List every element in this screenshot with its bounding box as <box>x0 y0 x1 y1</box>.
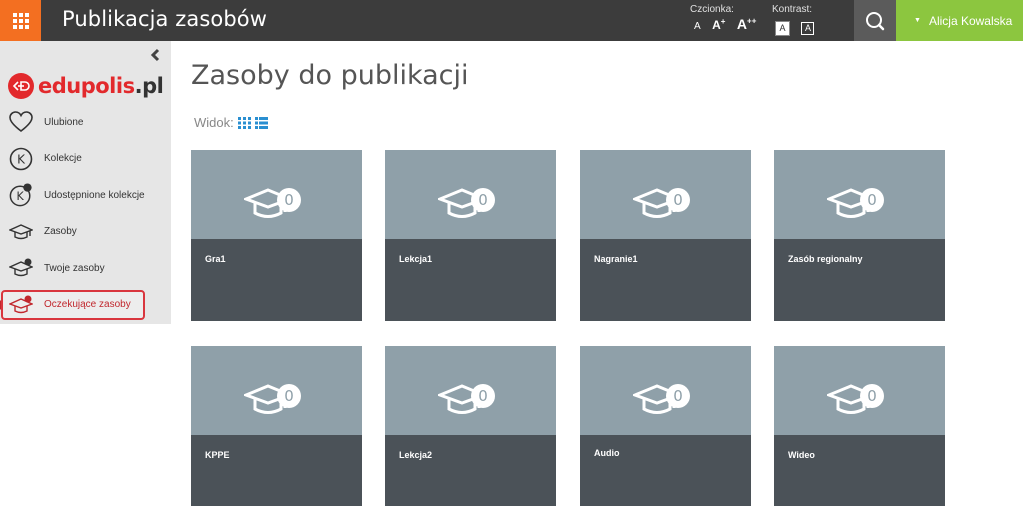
sidebar-item-zasoby[interactable]: Zasoby <box>0 214 171 251</box>
sidebar-item-label: Twoje zasoby <box>44 262 105 274</box>
search-button[interactable] <box>854 0 896 41</box>
sidebar-item-oczekujace-zasoby[interactable]: Oczekujące zasoby <box>0 287 171 324</box>
search-icon <box>866 11 885 30</box>
page-title: Zasoby do publikacji <box>191 60 469 91</box>
sidebar-item-udostepnione-kolekcje[interactable]: K Udostępnione kolekcje <box>0 177 171 214</box>
caret-down-icon: ▼ <box>914 17 921 24</box>
grid-icon <box>12 12 29 29</box>
chevron-left-icon <box>150 48 160 62</box>
svg-text:K: K <box>17 152 26 166</box>
top-bar: Publikacja zasobów Czcionka: A A+ A++ Ko… <box>0 0 1023 41</box>
resource-tile[interactable]: 0 Lekcja1 <box>385 150 556 321</box>
collapse-sidebar-button[interactable] <box>148 47 162 63</box>
resource-tile[interactable]: 0 Nagranie1 <box>580 150 751 321</box>
view-label: Widok: <box>194 115 234 130</box>
apps-menu-button[interactable] <box>0 0 41 41</box>
tile-count-badge: 0 <box>471 384 495 408</box>
tile-title: Gra1 <box>205 254 226 264</box>
contrast-label: Kontrast: <box>772 4 813 15</box>
resource-tile[interactable]: 0 KPPE <box>191 346 362 506</box>
graduation-cap-icon <box>9 220 33 244</box>
sidebar-item-ulubione[interactable]: Ulubione <box>0 104 171 141</box>
list-view-icon[interactable] <box>254 116 268 129</box>
sidebar-item-label: Ulubione <box>44 116 84 128</box>
font-size-control: Czcionka: A A+ A++ <box>690 4 756 32</box>
tile-title: Nagranie1 <box>594 254 638 264</box>
tile-thumbnail: 0 <box>580 346 751 435</box>
user-name: Alicja Kowalska <box>928 13 1013 28</box>
tile-count-badge: 0 <box>860 188 884 212</box>
tile-title: Wideo <box>788 450 815 460</box>
resource-tile[interactable]: 0 Lekcja2 <box>385 346 556 506</box>
tile-thumbnail: 0 <box>774 346 945 435</box>
sidebar-item-label: Zasoby <box>44 226 77 238</box>
contrast-high-button[interactable]: A <box>801 22 815 35</box>
resource-tile[interactable]: 0 Wideo <box>774 346 945 506</box>
tile-thumbnail: 0 <box>385 150 556 239</box>
view-switch: Widok: <box>194 115 268 130</box>
tile-title: Lekcja1 <box>399 254 433 264</box>
contrast-control: Kontrast: A A <box>772 4 815 36</box>
tile-title: Zasób regionalny <box>788 254 863 264</box>
sidebar: edupolis.pl Ulubione K Kolekcje K Udostę… <box>0 41 171 324</box>
collection-icon: K <box>9 147 33 171</box>
resource-tile[interactable]: 0 Gra1 <box>191 150 362 321</box>
user-menu-button[interactable]: ▼ Alicja Kowalska <box>896 0 1023 41</box>
logo-badge-icon <box>8 73 34 99</box>
sidebar-item-label: Oczekujące zasoby <box>44 299 131 311</box>
logo-text: edupolis.pl <box>38 74 164 98</box>
tile-count-badge: 0 <box>471 188 495 212</box>
tile-count-badge: 0 <box>666 384 690 408</box>
tile-title: Lekcja2 <box>399 450 433 460</box>
sidebar-menu: Ulubione K Kolekcje K Udostępnione kolek… <box>0 104 171 323</box>
tile-thumbnail: 0 <box>774 150 945 239</box>
tile-count-badge: 0 <box>277 384 301 408</box>
pending-resources-icon <box>9 293 33 317</box>
resource-tile[interactable]: 0 Zasób regionalny <box>774 150 945 321</box>
heart-icon <box>9 110 33 134</box>
tile-thumbnail: 0 <box>385 346 556 435</box>
app-title: Publikacja zasobów <box>62 7 268 31</box>
font-size-label: Czcionka: <box>690 4 734 15</box>
sidebar-item-label: Kolekcje <box>44 153 82 165</box>
edupolis-logo[interactable]: edupolis.pl <box>8 73 164 99</box>
font-size-large-button[interactable]: A+ <box>712 17 725 32</box>
svg-text:K: K <box>16 190 24 203</box>
tile-thumbnail: 0 <box>191 346 362 435</box>
tile-title: Audio <box>594 448 620 458</box>
tile-count-badge: 0 <box>666 188 690 212</box>
shared-collection-icon: K <box>9 183 33 207</box>
tile-count-badge: 0 <box>277 188 301 212</box>
sidebar-item-kolekcje[interactable]: K Kolekcje <box>0 141 171 178</box>
sidebar-item-label: Udostępnione kolekcje <box>44 189 145 201</box>
my-resources-icon <box>9 256 33 280</box>
grid-view-icon[interactable] <box>237 116 251 129</box>
sidebar-item-twoje-zasoby[interactable]: Twoje zasoby <box>0 250 171 287</box>
tile-count-badge: 0 <box>860 384 884 408</box>
font-size-normal-button[interactable]: A <box>694 21 701 32</box>
tile-thumbnail: 0 <box>191 150 362 239</box>
font-size-xlarge-button[interactable]: A++ <box>737 16 756 32</box>
resource-tile[interactable]: 0 Audio <box>580 346 751 506</box>
contrast-normal-button[interactable]: A <box>775 21 790 36</box>
tile-thumbnail: 0 <box>580 150 751 239</box>
tile-title: KPPE <box>205 450 230 460</box>
